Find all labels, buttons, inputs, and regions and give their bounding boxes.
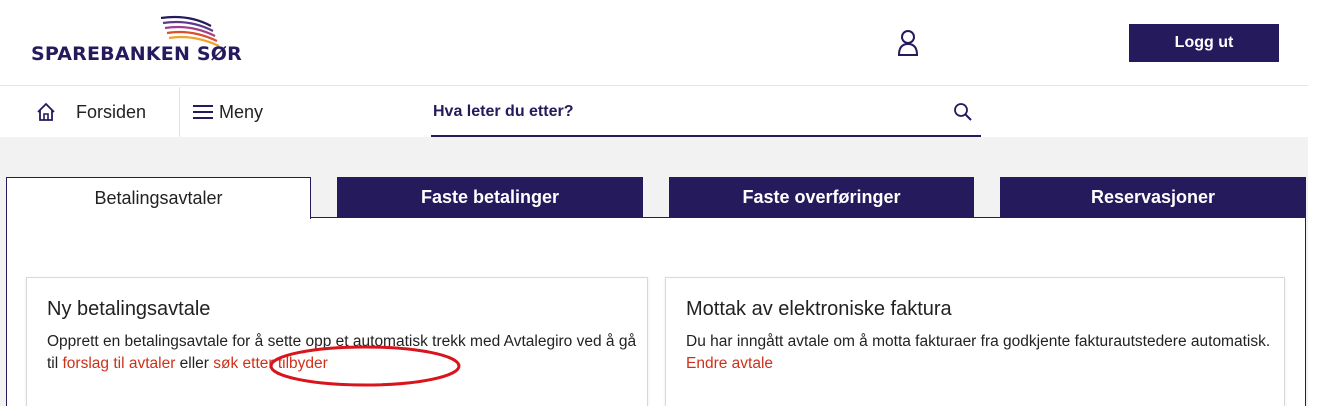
site-header: SPAREBANKEN SØR Logg ut bbox=[0, 0, 1308, 86]
search-icon[interactable] bbox=[953, 102, 973, 122]
search-bar bbox=[431, 87, 981, 137]
search-provider-link[interactable]: søk etter tilbyder bbox=[213, 355, 328, 372]
proposals-link[interactable]: forslag til avtaler bbox=[63, 355, 176, 372]
tab-faste-overforinger[interactable]: Faste overføringer bbox=[669, 177, 974, 218]
card-title: Ny betalingsavtale bbox=[47, 298, 211, 320]
tab-betalingsavtaler[interactable]: Betalingsavtaler bbox=[6, 177, 311, 219]
card-text-part: eller bbox=[175, 355, 214, 372]
tab-reservasjoner[interactable]: Reservasjoner bbox=[1000, 177, 1306, 218]
card-title: Mottak av elektroniske faktura bbox=[686, 298, 952, 320]
nav-menu-label: Meny bbox=[219, 101, 264, 122]
card-text: Opprett en betalingsavtale for å sette o… bbox=[47, 331, 637, 375]
tab-faste-betalinger[interactable]: Faste betalinger bbox=[337, 177, 643, 218]
logout-button[interactable]: Logg ut bbox=[1129, 24, 1279, 62]
user-icon[interactable] bbox=[895, 28, 921, 58]
nav-home-link[interactable]: Forsiden bbox=[22, 87, 180, 137]
nav-home-label: Forsiden bbox=[76, 101, 147, 122]
logo-text: SPAREBANKEN SØR bbox=[31, 43, 242, 65]
change-agreement-link[interactable]: Endre avtale bbox=[686, 355, 773, 372]
hamburger-icon bbox=[193, 105, 213, 119]
nav-menu-button[interactable]: Meny bbox=[193, 87, 263, 137]
card-new-payment-agreement: Ny betalingsavtale Opprett en betalingsa… bbox=[26, 277, 648, 406]
search-input[interactable] bbox=[433, 99, 933, 125]
card-text: Du har inngått avtale om å motta faktura… bbox=[686, 331, 1276, 375]
card-text-part: Du har inngått avtale om å motta faktura… bbox=[686, 333, 1271, 350]
logo[interactable]: SPAREBANKEN SØR bbox=[31, 12, 261, 72]
main-nav: Forsiden Meny bbox=[0, 87, 1308, 137]
card-einvoice: Mottak av elektroniske faktura Du har in… bbox=[665, 277, 1285, 406]
home-icon bbox=[37, 102, 55, 121]
